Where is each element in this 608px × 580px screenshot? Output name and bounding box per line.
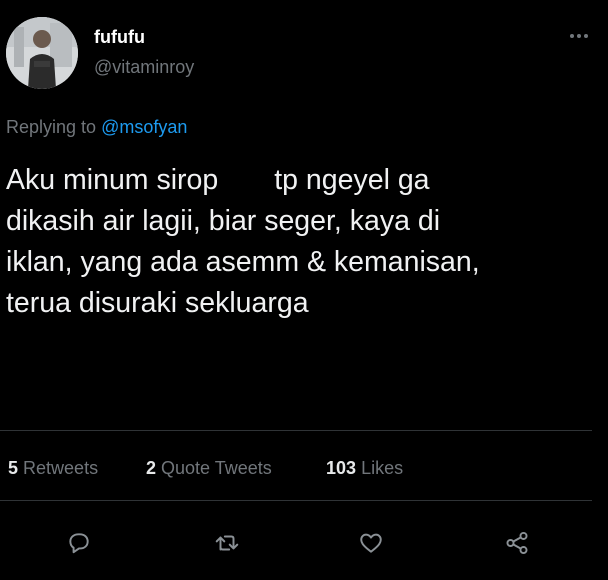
more-dot-icon [577, 34, 581, 38]
tweet-text-line: dikasih air lagii, biar seger, kaya di [6, 205, 441, 237]
more-options-button[interactable] [564, 26, 594, 46]
share-icon [506, 531, 528, 555]
reply-icon [69, 533, 89, 554]
display-name[interactable]: fufufu [94, 27, 145, 48]
tweet-text-segment: Aku minum sirop [6, 164, 219, 196]
retweets-label: Retweets [23, 458, 99, 478]
heart-icon [360, 533, 382, 553]
retweets-count: 5 [8, 458, 19, 478]
divider [0, 500, 592, 501]
likes-label: Likes [361, 458, 404, 478]
likes-count: 103 [326, 458, 357, 478]
replying-to-link[interactable]: @msofyan [101, 117, 187, 137]
retweet-button[interactable] [212, 528, 242, 558]
share-button[interactable] [502, 528, 532, 558]
tweet-text-line: Aku minum sirop tp ngeyel ga [6, 160, 596, 201]
tweet-text-segment: tp ngeyel ga [274, 164, 430, 196]
user-handle[interactable]: @vitaminroy [94, 57, 194, 78]
more-dot-icon [584, 34, 588, 38]
retweet-icon [215, 535, 239, 551]
quote-tweets-stat[interactable]: 2 Quote Tweets [146, 458, 272, 479]
tweet-text-line: terua disuraki sekluarga [6, 287, 309, 319]
replying-to: Replying to @msofyan [6, 117, 187, 138]
divider [0, 430, 592, 431]
tweet-text: Aku minum sirop tp ngeyel ga dikasih air … [6, 160, 596, 324]
retweets-stat[interactable]: 5 Retweets [8, 458, 98, 479]
tweet-text-line: iklan, yang ada asemm & kemanisan, [6, 246, 480, 278]
quote-tweets-count: 2 [146, 458, 157, 478]
replying-prefix: Replying to [6, 117, 97, 137]
tweet-card: fufufu @vitaminroy Replying to @msofyan … [0, 0, 608, 580]
reply-button[interactable] [64, 528, 94, 558]
like-button[interactable] [356, 528, 386, 558]
more-dot-icon [570, 34, 574, 38]
quote-tweets-label: Quote Tweets [161, 458, 272, 478]
avatar-image [6, 17, 78, 89]
avatar[interactable] [6, 17, 78, 89]
likes-stat[interactable]: 103 Likes [326, 458, 403, 479]
